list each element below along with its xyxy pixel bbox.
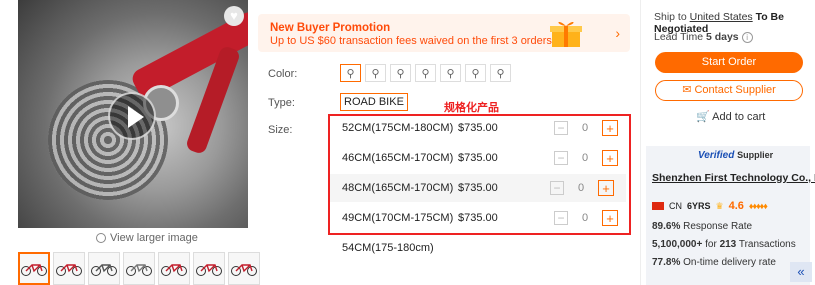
bike-icon: [91, 263, 117, 276]
bike-icon: ⚲: [396, 67, 405, 80]
thumbnail-strip: [18, 252, 260, 285]
favorite-heart-icon[interactable]: ♥: [224, 6, 244, 26]
bike-icon: ⚲: [496, 67, 505, 80]
product-main-image[interactable]: [18, 0, 248, 228]
view-larger-link[interactable]: View larger image: [96, 232, 198, 244]
view-larger-label: View larger image: [110, 232, 198, 244]
info-icon[interactable]: i: [741, 31, 753, 43]
company-name-link[interactable]: Shenzhen First Technology Co., L...: [652, 172, 815, 184]
supplier-rating: 4.6: [728, 200, 744, 212]
lead-time-label: Lead Time: [654, 31, 704, 43]
ontime-label: On-time delivery rate: [683, 257, 776, 268]
annotation-box: [328, 114, 631, 235]
ontime-delivery: 77.8% On-time delivery rate: [652, 257, 776, 268]
lead-time: Lead Time 5 days i: [654, 31, 753, 43]
trophy-icon: ♛: [715, 200, 724, 211]
transactions-count: 213: [719, 239, 737, 250]
bike-icon: ⚲: [471, 67, 480, 80]
response-rate: 89.6% Response Rate: [652, 221, 752, 232]
promo-banner[interactable]: New Buyer Promotion Up to US $60 transac…: [258, 14, 630, 52]
mail-icon: ✉: [682, 84, 692, 96]
diamond-rating-icon: ♦♦♦♦♦: [748, 201, 768, 211]
thumbnail[interactable]: [158, 252, 190, 285]
ship-prefix: Ship to: [654, 11, 687, 23]
contact-supplier-label: Contact Supplier: [694, 84, 776, 96]
bike-icon: [21, 263, 47, 276]
double-chevron-left-icon[interactable]: «: [790, 262, 812, 282]
color-option[interactable]: ⚲: [440, 64, 461, 82]
color-label: Color:: [268, 68, 298, 80]
add-to-cart-label: Add to cart: [712, 111, 766, 123]
bike-icon: [161, 263, 187, 276]
color-option[interactable]: ⚲: [390, 64, 411, 82]
response-rate-label: Response Rate: [683, 221, 753, 232]
color-option[interactable]: ⚲: [490, 64, 511, 82]
promo-subtitle: Up to US $60 transaction fees waived on …: [270, 35, 552, 47]
color-option[interactable]: ⚲: [365, 64, 386, 82]
response-rate-value: 89.6%: [652, 221, 681, 232]
country-code: CN: [669, 201, 682, 211]
start-order-button[interactable]: Start Order: [655, 52, 803, 73]
transactions-label: Transactions: [738, 239, 796, 250]
thumbnail[interactable]: [53, 252, 85, 285]
bike-icon: ⚲: [421, 67, 430, 80]
type-label: Type:: [268, 97, 295, 109]
contact-supplier-button[interactable]: ✉ Contact Supplier: [655, 80, 803, 101]
verified-suffix: Supplier: [737, 150, 774, 160]
china-flag-icon: [652, 202, 664, 210]
size-label: Size:: [268, 124, 293, 136]
size-name: 54CM(175-180cm): [342, 242, 434, 254]
transactions: 5,100,000+ for 213 Transactions: [652, 239, 796, 250]
size-row: 54CM(175-180cm): [342, 234, 630, 262]
ship-country-link[interactable]: United States: [690, 11, 753, 23]
color-option[interactable]: ⚲: [340, 64, 361, 82]
bike-icon: [56, 263, 82, 276]
verified-label: Verified: [698, 150, 735, 161]
thumbnail[interactable]: [193, 252, 225, 285]
years-badge: 6YRS: [687, 201, 711, 211]
thumbnail[interactable]: [228, 252, 260, 285]
lead-time-value: 5 days: [705, 31, 739, 43]
annotation-text: 规格化产品: [444, 102, 499, 114]
gift-icon: [550, 21, 582, 47]
type-option-road-bike[interactable]: ROAD BIKE: [340, 93, 408, 111]
transactions-for: for: [705, 239, 717, 250]
chevron-right-icon: ›: [615, 25, 620, 41]
supplier-badges: CN 6YRS ♛ 4.6 ♦♦♦♦♦: [652, 200, 768, 212]
verified-supplier-badge: Verified Supplier: [698, 150, 773, 161]
bike-icon: ⚲: [446, 67, 455, 80]
supplier-card: Verified Supplier Shenzhen First Technol…: [646, 146, 815, 285]
product-gallery: ♥ View larger image: [18, 0, 260, 285]
magnifier-icon: [96, 233, 106, 243]
bike-icon: [126, 263, 152, 276]
ontime-value: 77.8%: [652, 257, 681, 268]
column-divider: [640, 0, 641, 285]
thumbnail[interactable]: [18, 252, 50, 285]
transactions-value: 5,100,000+: [652, 239, 703, 250]
bike-icon: [196, 263, 222, 276]
thumbnail[interactable]: [88, 252, 120, 285]
thumbnail[interactable]: [123, 252, 155, 285]
play-video-icon[interactable]: [108, 92, 156, 140]
color-option[interactable]: ⚲: [465, 64, 486, 82]
bike-icon: ⚲: [346, 67, 355, 80]
color-option[interactable]: ⚲: [415, 64, 436, 82]
promo-title: New Buyer Promotion: [270, 22, 391, 34]
color-options: ⚲ ⚲ ⚲ ⚲ ⚲ ⚲ ⚲: [340, 64, 511, 82]
bike-icon: [231, 263, 257, 276]
bike-icon: ⚲: [371, 67, 380, 80]
cart-icon: 🛒: [696, 111, 710, 123]
add-to-cart-link[interactable]: 🛒 Add to cart: [696, 110, 765, 123]
